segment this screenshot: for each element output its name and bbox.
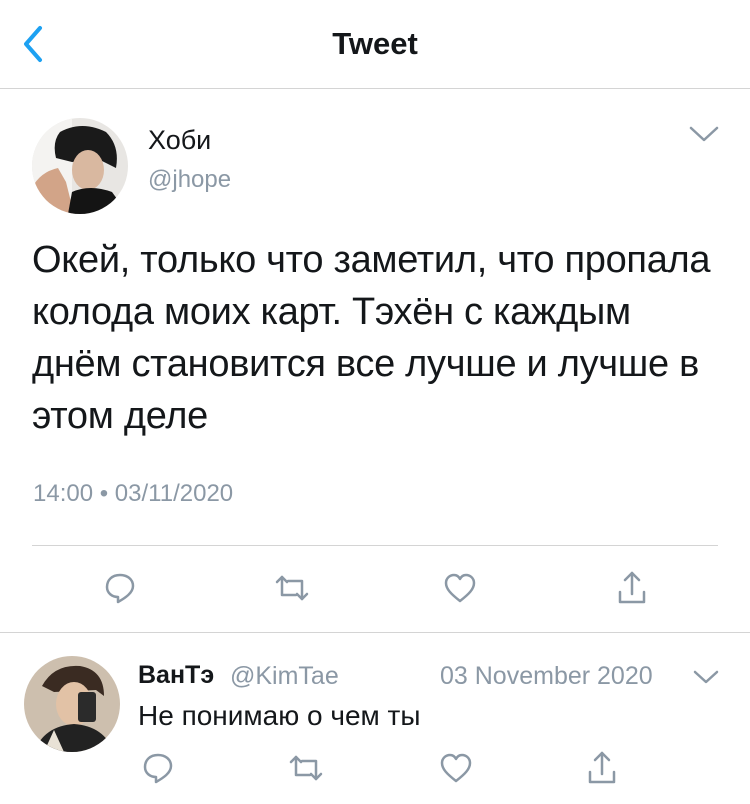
reply-share-button[interactable] [580,746,624,790]
retweet-button[interactable] [270,566,314,610]
heart-icon [444,573,476,603]
reply-author-handle[interactable]: @KimTae [230,662,339,691]
chevron-down-icon [689,126,719,142]
reply-date: 03 November 2020 [440,662,653,690]
reply-avatar[interactable] [24,656,120,752]
tweet-menu-button[interactable] [688,124,720,149]
chevron-down-icon [693,670,719,684]
tweet-text: Окей, только что заметил, что пропала ко… [32,239,711,437]
top-bar: Tweet [0,0,750,89]
reply-icon [105,573,135,604]
reply-menu-button[interactable] [692,668,720,691]
reply-reply-button[interactable] [136,746,180,790]
share-icon [618,571,646,604]
tweet-timestamp: 14:00 • 03/11/2020 [33,480,234,507]
author-avatar[interactable] [32,118,128,214]
reply-retweet-button[interactable] [284,746,328,790]
like-button[interactable] [438,566,482,610]
retweet-icon [289,755,323,781]
page-title: Tweet [332,26,418,61]
retweet-icon [275,575,309,601]
reply-author-name[interactable]: ВанТэ [138,661,214,690]
author-name[interactable]: Хоби [148,125,211,156]
reply-text: Не понимаю о чем ты [138,700,421,731]
author-handle[interactable]: @jhope [148,166,231,194]
heart-icon [440,753,472,783]
reply-button[interactable] [98,566,142,610]
divider [0,632,750,633]
reply-like-button[interactable] [434,746,478,790]
divider [32,545,718,546]
share-button[interactable] [610,566,654,610]
share-icon [588,751,616,784]
reply-icon [143,753,173,784]
